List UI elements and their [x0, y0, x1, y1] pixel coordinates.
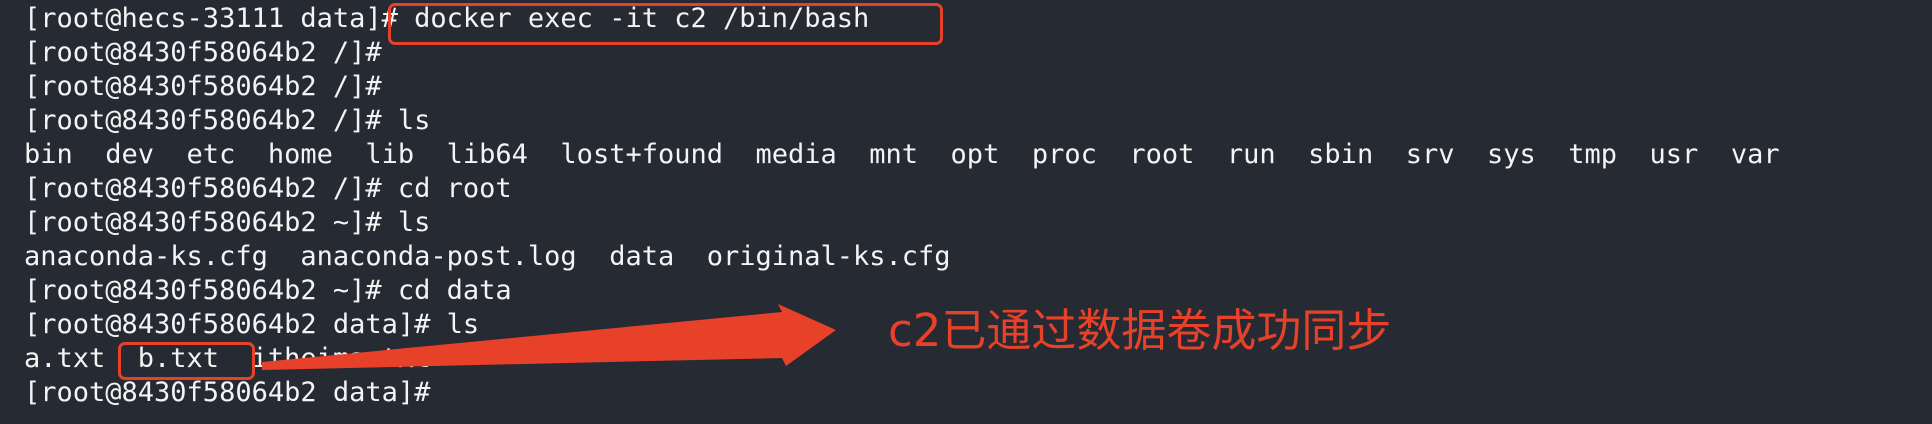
terminal-window[interactable]: [root@hecs-33111 data]# docker exec -it … [0, 0, 1932, 424]
annotation-arrow-icon [262, 304, 836, 370]
annotation-label: c2已通过数据卷成功同步 [888, 304, 1392, 357]
